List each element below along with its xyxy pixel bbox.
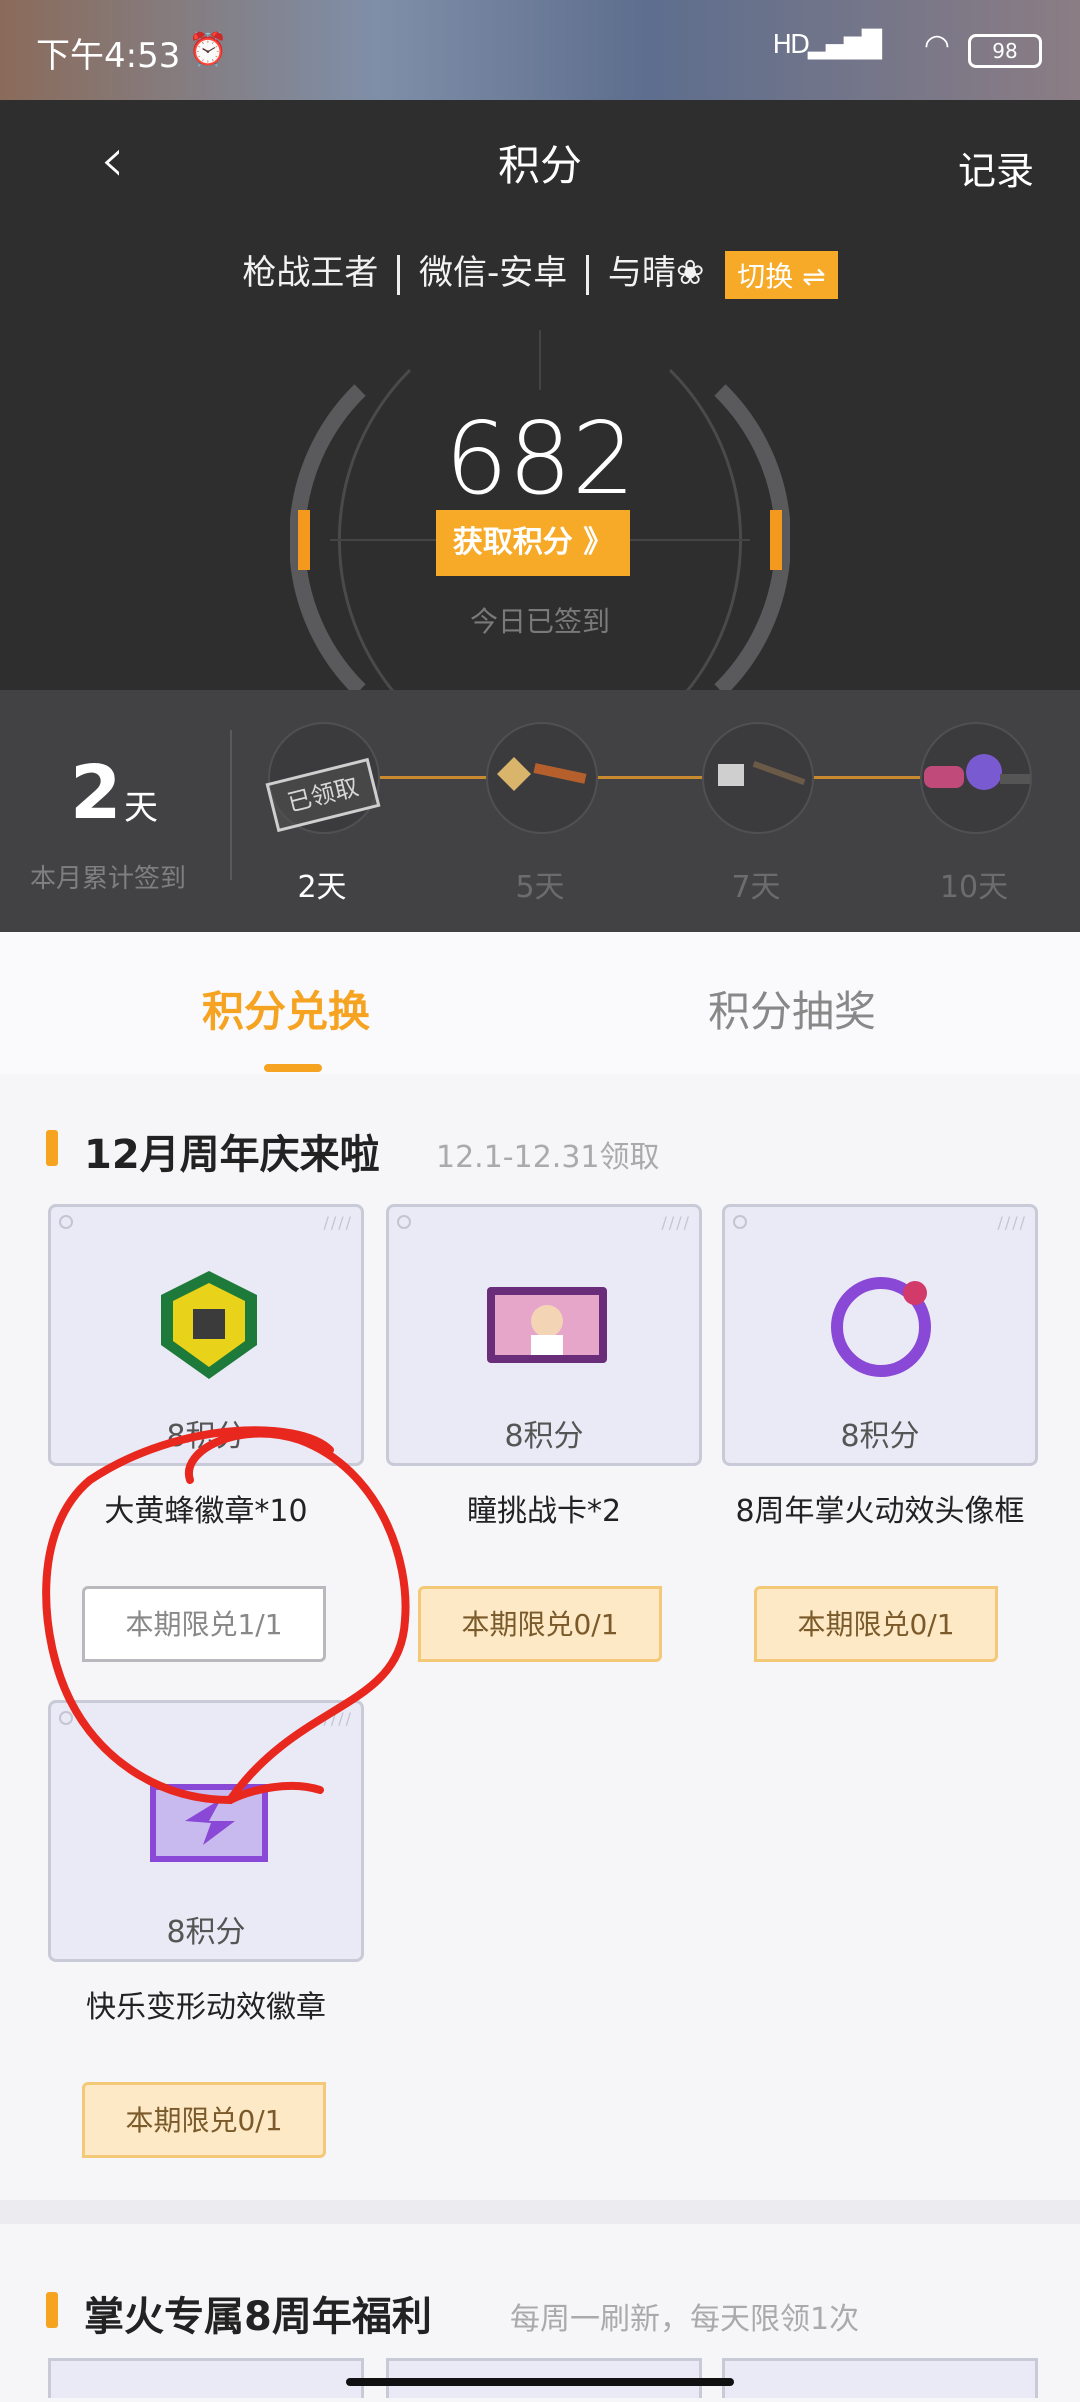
reward-node-10[interactable] <box>920 722 1032 834</box>
anniversary-section: 12月周年庆来啦 12.1-12.31领取 //// 8积分 大黄蜂徽章*10 … <box>0 1074 1080 2200</box>
platform-name: 微信-安卓 <box>419 253 568 293</box>
section-title: 掌火专属8周年福利 <box>84 2294 432 2340</box>
separator <box>586 254 590 295</box>
signal-icon: HD▂▄▆█ <box>772 30 882 60</box>
item-points: 8积分 <box>166 1419 246 1454</box>
item-points: 8积分 <box>840 1419 920 1454</box>
reward-node-5[interactable] <box>486 722 598 834</box>
card-dot <box>733 1215 747 1229</box>
milestone-label: 5天 <box>515 870 565 905</box>
tab-points-lottery[interactable]: 积分抽奖 <box>708 978 876 1039</box>
section-marker <box>46 1130 58 1166</box>
item-name: 8周年掌火动效头像框 <box>735 1494 1025 1529</box>
switch-account-button[interactable]: 切换 ⇌ <box>725 250 838 299</box>
item-card[interactable]: //// 8积分 <box>386 1204 702 1466</box>
record-link[interactable]: 记录 <box>958 140 1034 195</box>
reward-item-icon <box>924 754 1030 790</box>
tab-bar: 积分兑换 积分抽奖 <box>0 932 1080 1075</box>
sign-in-progress: 2 天 本月累计签到 2天 5天 7天 10天 <box>0 690 1080 932</box>
welfare-section: 掌火专属8周年福利 每周一刷新，每天限领1次 <box>0 2200 1080 2402</box>
card-corner: //// <box>323 1709 353 1728</box>
item-name: 快乐变形动效徽章 <box>86 1990 326 2025</box>
card-corner: //// <box>997 1213 1027 1232</box>
status-bar: 下午4:53 ⏰ HD▂▄▆█ ◠ 98 <box>0 0 1080 100</box>
milestone-label: 7天 <box>731 870 781 905</box>
card-dot <box>397 1215 411 1229</box>
milestone-label: 10天 <box>939 870 1009 905</box>
card-corner: //// <box>661 1213 691 1232</box>
separator <box>397 254 401 295</box>
section-title: 12月周年庆来啦 <box>84 1132 380 1178</box>
item-card[interactable]: //// 8积分 <box>48 1204 364 1466</box>
points-header: ‹ 积分 记录 枪战王者 微信-安卓 与晴❀ 切换 ⇌ 682 获取积分 》 今… <box>0 100 1080 712</box>
active-tab-indicator <box>264 1064 322 1072</box>
reward-item-icon <box>718 760 806 786</box>
section-marker <box>46 2292 58 2328</box>
home-indicator[interactable] <box>346 2378 734 2386</box>
item-points: 8积分 <box>166 1915 246 1950</box>
page-title: 积分 <box>497 141 582 190</box>
battery-icon: 98 <box>968 34 1042 68</box>
item-card[interactable] <box>722 2358 1038 2398</box>
player-name: 与晴❀ <box>607 253 705 293</box>
wifi-icon: ◠ <box>923 28 950 63</box>
game-name: 枪战王者 <box>242 253 379 293</box>
divider <box>230 730 232 880</box>
earn-points-button[interactable]: 获取积分 》 <box>436 510 630 576</box>
signin-days-count: 2 <box>70 750 122 836</box>
milestone-label: 2天 <box>297 870 347 905</box>
progress-line <box>320 776 1010 779</box>
challenge-card-icon <box>487 1287 607 1363</box>
card-dot <box>59 1711 73 1725</box>
status-time: 下午4:53 <box>36 36 181 76</box>
card-corner: //// <box>323 1213 353 1232</box>
exchange-limit-button[interactable]: 本期限兑0/1 <box>82 2082 326 2158</box>
item-points: 8积分 <box>504 1419 584 1454</box>
reward-node-7[interactable] <box>702 722 814 834</box>
item-card[interactable] <box>48 2358 364 2398</box>
section-subtitle: 每周一刷新，每天限领1次 <box>510 2302 860 2337</box>
transform-badge-icon <box>150 1784 268 1862</box>
signed-in-status: 今日已签到 <box>469 605 610 638</box>
exchange-limit-button[interactable]: 本期限兑0/1 <box>754 1586 998 1662</box>
account-info: 枪战王者 微信-安卓 与晴❀ 切换 ⇌ <box>0 245 1080 299</box>
item-card[interactable]: //// 8积分 <box>48 1700 364 1962</box>
bumblebee-badge-icon <box>161 1271 257 1379</box>
reward-item-icon <box>497 757 587 791</box>
item-card[interactable]: //// 8积分 <box>722 1204 1038 1466</box>
section-gap <box>0 2200 1080 2224</box>
signin-days-label: 本月累计签到 <box>30 864 187 894</box>
avatar-frame-icon <box>831 1277 931 1377</box>
card-dot <box>59 1215 73 1229</box>
exchange-limit-button[interactable]: 本期限兑1/1 <box>82 1586 326 1662</box>
signin-days-unit: 天 <box>124 788 158 828</box>
points-balance: 682 <box>444 400 636 517</box>
tab-points-exchange[interactable]: 积分兑换 <box>202 978 370 1039</box>
item-name: 瞳挑战卡*2 <box>466 1494 622 1529</box>
item-name: 大黄蜂徽章*10 <box>104 1494 308 1529</box>
alarm-icon: ⏰ <box>188 30 228 68</box>
exchange-limit-button[interactable]: 本期限兑0/1 <box>418 1586 662 1662</box>
section-subtitle: 12.1-12.31领取 <box>436 1140 660 1175</box>
